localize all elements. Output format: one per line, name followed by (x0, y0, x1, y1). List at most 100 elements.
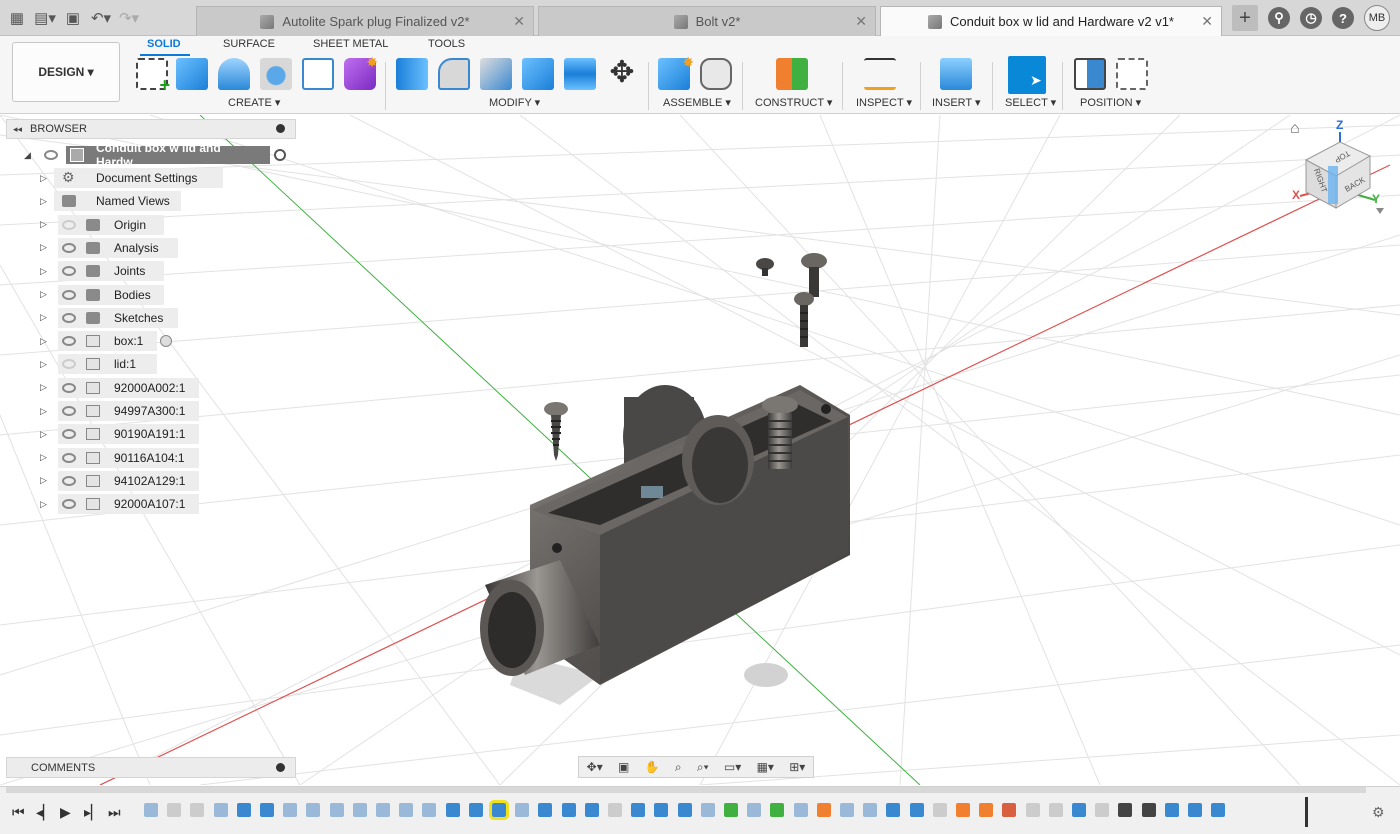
visibility-eye-icon[interactable] (62, 242, 76, 253)
timeline-feature-icon[interactable] (236, 803, 251, 817)
expand-triangle-icon[interactable]: ▷ (40, 289, 47, 300)
browser-tree-item[interactable]: ▷ 92000A107:1 (6, 494, 296, 515)
pattern-icon[interactable] (302, 58, 334, 90)
viewports-icon[interactable]: ⊞▾ (789, 760, 805, 774)
close-tab-icon[interactable]: ✕ (1201, 13, 1213, 30)
collapse-triangle-icon[interactable]: ◢ (24, 150, 31, 161)
undo-icon[interactable]: ↶▾ (90, 7, 112, 29)
timeline-feature-icon[interactable] (260, 803, 274, 817)
expand-triangle-icon[interactable]: ▷ (40, 219, 47, 230)
browser-tree-item[interactable]: ▷ 94102A129:1 (6, 470, 296, 491)
timeline-feature-icon[interactable] (515, 803, 530, 817)
timeline-scrollbar[interactable] (6, 787, 1366, 793)
timeline-settings-icon[interactable]: ⚙ (1372, 804, 1385, 821)
timeline-feature-icon[interactable] (1141, 803, 1156, 817)
expand-triangle-icon[interactable]: ▷ (40, 429, 47, 440)
expand-triangle-icon[interactable]: ▷ (40, 196, 47, 207)
timeline-feature-icon[interactable] (1072, 803, 1086, 817)
timeline-feature-icon[interactable] (376, 803, 390, 817)
timeline-feature-icon[interactable] (979, 803, 994, 817)
extensions-icon[interactable]: ⚲ (1268, 7, 1290, 29)
step-forward-icon[interactable]: ▸▏ (84, 804, 102, 821)
tab-solid[interactable]: SOLID (147, 38, 181, 50)
timeline-feature-icon[interactable] (956, 803, 970, 817)
tab-surface[interactable]: SURFACE (223, 38, 275, 50)
timeline-feature-icon[interactable] (654, 803, 669, 817)
expand-triangle-icon[interactable]: ▷ (40, 242, 47, 253)
browser-tree-item[interactable]: ▷ Origin (6, 214, 296, 235)
grid-menu-icon[interactable]: ▦ (6, 7, 28, 29)
create-sketch-icon[interactable]: + (136, 58, 170, 94)
browser-tree-item[interactable]: ▷ Bodies (6, 284, 296, 305)
timeline-feature-icon[interactable] (1211, 803, 1226, 817)
fillet-icon[interactable] (438, 58, 470, 90)
position-menu[interactable]: POSITION ▾ (1080, 96, 1141, 109)
timeline-feature-icon[interactable] (1002, 803, 1017, 817)
timeline-feature-icon[interactable] (863, 803, 878, 817)
orbit-icon[interactable]: ✥▾ (587, 760, 603, 774)
chamfer-icon[interactable] (480, 58, 512, 90)
timeline-feature-icon[interactable] (445, 803, 460, 817)
browser-options-icon[interactable] (276, 124, 285, 133)
create-menu[interactable]: CREATE ▾ (228, 96, 280, 109)
expand-triangle-icon[interactable]: ▷ (40, 406, 47, 417)
inspect-menu[interactable]: INSPECT ▾ (856, 96, 912, 109)
move-copy-icon[interactable]: ✥ (606, 58, 638, 90)
tab-bolt[interactable]: Bolt v2* ✕ (538, 6, 876, 36)
browser-tree-item[interactable]: ▷ 94997A300:1 (6, 401, 296, 421)
activate-radio[interactable] (160, 335, 172, 348)
timeline-feature-icon[interactable] (631, 803, 646, 817)
go-to-start-icon[interactable]: ⏮ (12, 804, 25, 821)
timeline-feature-icon[interactable] (352, 803, 367, 817)
timeline-feature-icon[interactable] (144, 803, 158, 817)
timeline-feature-icon[interactable] (816, 803, 831, 817)
browser-tree-item[interactable]: ▷ 92000A002:1 (6, 377, 296, 398)
add-comment-icon[interactable] (276, 763, 285, 772)
timeline-feature-icon[interactable] (468, 803, 483, 817)
visibility-eye-icon[interactable] (62, 475, 76, 486)
user-avatar[interactable]: MB (1364, 5, 1390, 31)
visibility-eye-icon[interactable] (62, 406, 76, 416)
grid-settings-icon[interactable]: ▦▾ (757, 760, 774, 774)
joint-icon[interactable] (700, 58, 732, 90)
browser-tree-item[interactable]: ▷ Analysis (6, 237, 296, 258)
timeline-feature-icon[interactable] (306, 803, 321, 817)
close-tab-icon[interactable]: ✕ (513, 13, 525, 30)
expand-triangle-icon[interactable]: ▷ (40, 266, 47, 277)
view-cube[interactable]: ⌂ Z TOP RIGHT BACK X Y (1290, 118, 1390, 230)
pan-icon[interactable]: ✋ (645, 760, 660, 774)
timeline-feature-icon[interactable] (422, 803, 437, 817)
timeline-feature-icon[interactable] (584, 803, 599, 817)
browser-root-row[interactable]: ◢ Conduit box w lid and Hardw... (6, 141, 296, 169)
expand-triangle-icon[interactable]: ▷ (40, 336, 47, 347)
browser-tree-item[interactable]: ▷ ⚙ Document Settings (6, 168, 296, 188)
tab-tools[interactable]: TOOLS (428, 38, 465, 50)
expand-triangle-icon[interactable]: ▷ (40, 499, 47, 510)
save-icon[interactable]: ▣ (62, 7, 84, 29)
expand-triangle-icon[interactable]: ▷ (40, 382, 47, 393)
timeline-feature-icon[interactable] (608, 803, 622, 817)
timeline-feature-icon[interactable] (190, 803, 205, 817)
timeline-feature-icon[interactable] (677, 803, 692, 817)
visibility-eye-icon[interactable] (62, 452, 76, 463)
browser-tree-item[interactable]: ▷ 90116A104:1 (6, 447, 296, 468)
close-tab-icon[interactable]: ✕ (855, 13, 867, 30)
form-icon[interactable]: ✸ (344, 54, 378, 90)
revert-position-icon[interactable] (1116, 58, 1148, 90)
timeline-feature-icon[interactable] (1048, 803, 1063, 817)
visibility-eye-icon[interactable] (62, 219, 76, 230)
browser-tree-item[interactable]: ▷ Named Views (6, 191, 296, 212)
select-icon[interactable]: ➤ (1008, 56, 1046, 94)
timeline-feature-icon[interactable] (167, 803, 182, 817)
capture-position-icon[interactable] (1074, 58, 1106, 90)
revolve-icon[interactable] (218, 58, 250, 90)
extrude-icon[interactable] (176, 58, 208, 90)
timeline-feature-icon[interactable] (770, 803, 785, 817)
timeline-feature-icon[interactable] (538, 803, 553, 817)
insert-menu[interactable]: INSERT ▾ (932, 96, 981, 109)
collapse-browser-icon[interactable]: ◂◂ (13, 124, 22, 135)
shell-icon[interactable] (522, 58, 554, 90)
insert-canvas-icon[interactable] (940, 58, 972, 90)
browser-tree-item[interactable]: ▷ Sketches (6, 307, 296, 328)
help-icon[interactable]: ? (1332, 7, 1354, 29)
